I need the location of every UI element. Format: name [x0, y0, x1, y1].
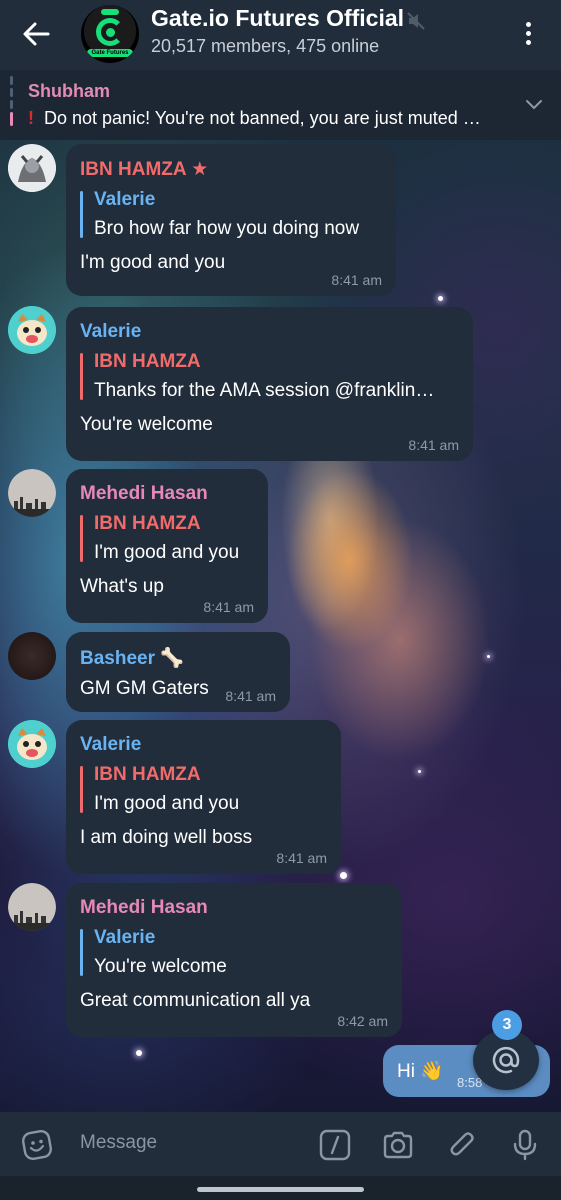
pinned-message-bar[interactable]: Shubham ! Do not panic! You're not banned… — [0, 70, 561, 140]
message-sender[interactable]: IBN HAMZA ★ — [80, 158, 382, 181]
message-sender[interactable]: Valerie — [80, 734, 327, 756]
avatar[interactable] — [8, 720, 56, 768]
more-options-button[interactable] — [516, 20, 540, 50]
slash-command-icon[interactable] — [318, 1128, 352, 1162]
cartoon-avatar-icon — [8, 306, 56, 354]
wallpaper-star — [487, 655, 490, 658]
reply-quote[interactable]: IBN HAMZA I'm good and you — [80, 764, 327, 815]
message-sender[interactable]: Valerie — [80, 321, 459, 343]
wallpaper-star — [136, 1050, 142, 1056]
paperclip-icon[interactable] — [445, 1128, 479, 1162]
own-message-text: Hi 👋 — [397, 1061, 444, 1082]
logo-top-mark — [101, 9, 119, 15]
member-count: 20,517 members, — [151, 36, 297, 56]
reply-sender: IBN HAMZA — [94, 764, 201, 785]
reply-quote[interactable]: Valerie You're welcome — [80, 927, 388, 978]
exclamation-icon: ! — [28, 108, 34, 128]
reply-text: I'm good and you — [94, 542, 240, 563]
message-time: 8:42 am — [337, 1013, 388, 1029]
reply-text: Thanks for the AMA session @franklin… — [94, 380, 435, 401]
message-sender[interactable]: Mehedi Hasan — [80, 483, 254, 505]
message-bubble[interactable]: Mehedi Hasan Valerie You're welcome Grea… — [66, 883, 402, 1037]
system-navigation-bar — [0, 1176, 561, 1200]
camera-icon[interactable] — [381, 1128, 415, 1162]
message-bubble[interactable]: Valerie IBN HAMZA Thanks for the AMA ses… — [66, 307, 473, 461]
pinned-indicator — [10, 76, 13, 134]
star-badge-icon: ★ — [191, 159, 209, 180]
message-sender[interactable]: Mehedi Hasan — [80, 897, 388, 919]
chat-header: Gate Futures Gate.io Futures Official 20… — [0, 0, 561, 70]
message-time: 8:41 am — [225, 688, 276, 704]
pinned-sender: Shubham — [28, 81, 111, 101]
reply-text: Bro how far how you doing now — [94, 218, 360, 239]
bone-badge-icon: 🦴 — [160, 648, 184, 669]
avatar-art-icon — [8, 144, 56, 192]
message-time: 8:41 am — [276, 850, 327, 866]
avatar[interactable] — [8, 144, 56, 192]
channel-subtitle: 20,517 members, 475 online — [151, 36, 379, 57]
reply-quote[interactable]: IBN HAMZA Thanks for the AMA session @fr… — [80, 351, 459, 402]
reply-sender: Valerie — [94, 927, 156, 948]
avatar[interactable] — [8, 632, 56, 680]
pinned-text: Do not panic! You're not banned, you are… — [44, 108, 481, 128]
message-bubble[interactable]: IBN HAMZA ★ Valerie Bro how far how you … — [66, 144, 396, 296]
skyline-avatar-icon — [8, 883, 56, 931]
channel-title[interactable]: Gate.io Futures Official — [151, 5, 404, 32]
reply-sender: IBN HAMZA — [94, 351, 201, 372]
message-time: 8:41 am — [331, 272, 382, 288]
avatar[interactable] — [8, 306, 56, 354]
logo-dot — [106, 28, 115, 37]
home-gesture-handle[interactable] — [197, 1187, 364, 1192]
back-button[interactable] — [18, 18, 54, 50]
message-bubble[interactable]: Mehedi Hasan IBN HAMZA I'm good and you … — [66, 469, 268, 623]
skyline-avatar-icon — [8, 469, 56, 517]
message-time: 8:41 am — [203, 599, 254, 615]
microphone-icon[interactable] — [508, 1128, 542, 1162]
wallpaper-star — [438, 296, 443, 301]
reply-sender: IBN HAMZA — [94, 513, 201, 534]
message-input[interactable] — [80, 1126, 300, 1160]
avatar[interactable] — [8, 469, 56, 517]
channel-avatar[interactable]: Gate Futures — [81, 5, 139, 63]
speaker-muted-icon — [407, 12, 425, 30]
online-count: 475 online — [296, 36, 380, 56]
message-text: You're welcome — [80, 414, 213, 435]
reply-text: You're welcome — [94, 956, 227, 977]
pinned-text-row: ! Do not panic! You're not banned, you ar… — [28, 108, 513, 129]
arrow-left-icon — [23, 22, 50, 46]
message-sender[interactable]: Basheer 🦴 — [80, 646, 276, 670]
avatar[interactable] — [8, 883, 56, 931]
message-text: Great communication all ya — [80, 990, 311, 1011]
reply-text: I'm good and you — [94, 793, 240, 814]
message-input-bar — [0, 1112, 561, 1176]
message-time: 8:41 am — [408, 437, 459, 453]
reply-sender: Valerie — [94, 189, 156, 210]
chevron-down-icon[interactable] — [524, 98, 544, 112]
sticker-icon[interactable] — [20, 1128, 54, 1162]
wallpaper-star — [340, 872, 347, 879]
message-bubble[interactable]: Valerie IBN HAMZA I'm good and you I am … — [66, 720, 341, 874]
avatar-label: Gate Futures — [87, 49, 133, 57]
more-vertical-icon — [516, 22, 540, 45]
message-text: What's up — [80, 576, 164, 597]
reply-quote[interactable]: IBN HAMZA I'm good and you — [80, 513, 254, 564]
reply-quote[interactable]: Valerie Bro how far how you doing now — [80, 189, 382, 240]
wallpaper-star — [418, 770, 421, 773]
message-text: I'm good and you — [80, 252, 226, 273]
message-text: I am doing well boss — [80, 827, 253, 848]
cartoon-avatar-icon — [8, 720, 56, 768]
mention-count-badge: 3 — [492, 1010, 522, 1040]
message-bubble[interactable]: Basheer 🦴 GM GM Gaters 8:41 am — [66, 632, 290, 712]
